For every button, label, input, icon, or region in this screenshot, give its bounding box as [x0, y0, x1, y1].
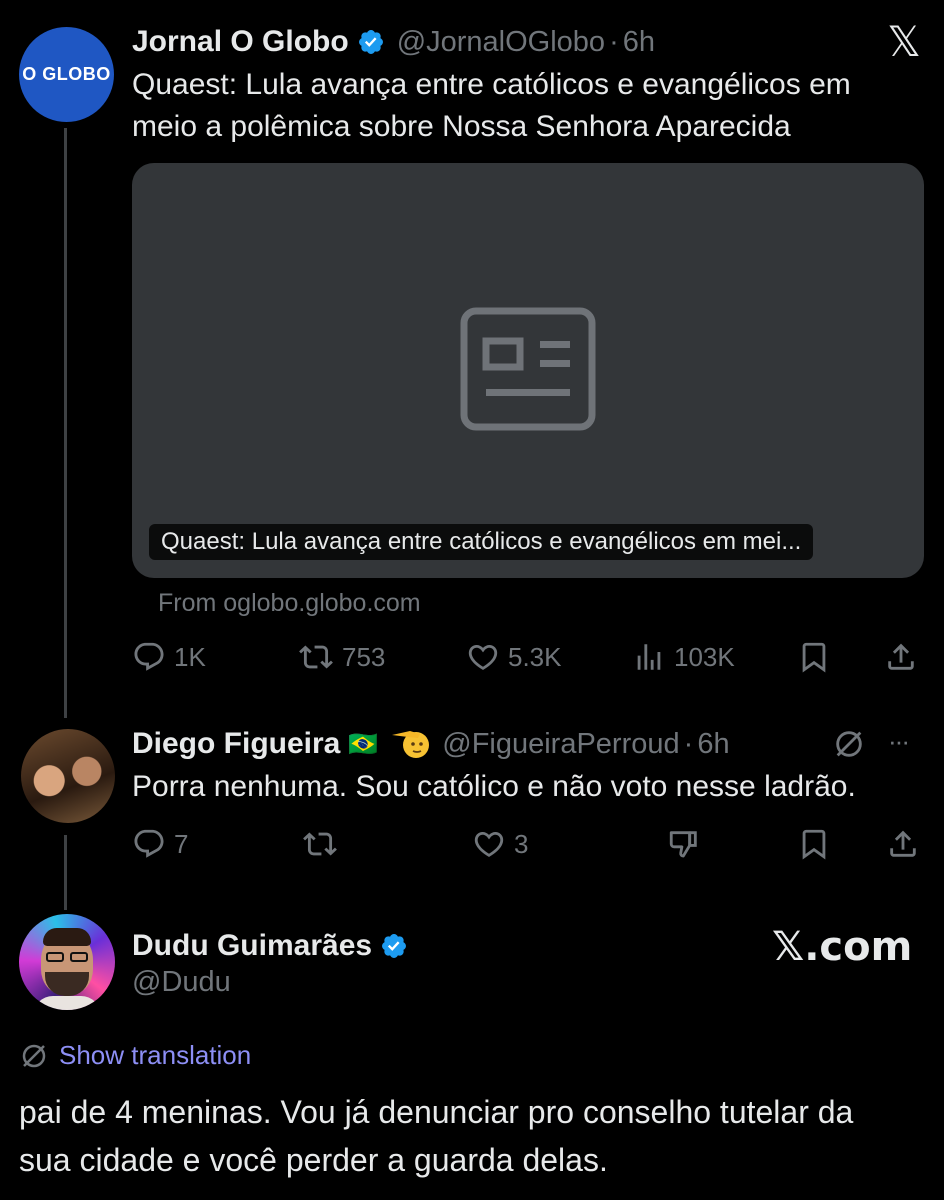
share-icon — [890, 830, 916, 857]
timestamp[interactable]: 6h — [697, 728, 729, 761]
retweet-icon — [299, 645, 333, 669]
display-name[interactable]: Dudu Guimarães — [132, 929, 372, 963]
x-com-watermark: 𝕏.com — [772, 924, 913, 970]
avatar[interactable] — [21, 729, 115, 823]
views-count: 103K — [674, 641, 735, 672]
display-name[interactable]: Jornal O Globo — [132, 25, 349, 59]
bookmark-button[interactable] — [797, 827, 839, 861]
share-button[interactable] — [884, 640, 926, 674]
like-count: 3 — [514, 828, 529, 859]
views-button[interactable]: 103K — [632, 640, 735, 674]
tweet-text: pai de 4 meninas. Vou já denunciar pro c… — [19, 1094, 854, 1178]
salute-emoji-icon — [392, 731, 430, 758]
thread-line — [64, 835, 67, 910]
timestamp[interactable]: 6h — [623, 26, 655, 59]
avatar-logo-text: O GLOBO — [22, 64, 111, 84]
views-chart-icon — [637, 644, 661, 670]
handle[interactable]: @FigueiraPerroud — [442, 728, 679, 761]
dislike-button[interactable] — [667, 827, 709, 861]
retweet-button[interactable]: 753 — [298, 640, 385, 674]
translate-icon — [836, 731, 862, 757]
tweet-text: Quaest: Lula avança entre católicos e ev… — [132, 68, 851, 143]
card-source[interactable]: From oglobo.globo.com — [158, 589, 421, 618]
like-button[interactable]: 5.3K — [466, 640, 562, 674]
avatar[interactable] — [19, 914, 115, 1010]
close-button[interactable]: 𝕏 — [882, 20, 926, 64]
tweet-header: Diego Figueira 🇧🇷 @FigueiraPerroud · 6h — [132, 724, 730, 764]
retweet-icon — [303, 832, 337, 856]
share-button[interactable] — [886, 827, 928, 861]
retweet-button[interactable] — [302, 827, 346, 861]
article-placeholder-icon — [460, 307, 596, 431]
x-logo-icon: 𝕏 — [887, 17, 921, 66]
share-icon — [888, 643, 914, 670]
translate-icon-button[interactable] — [832, 727, 866, 766]
tweet-text: Porra nenhuma. Sou católico e não voto n… — [132, 770, 856, 803]
reply-icon — [134, 642, 164, 671]
bookmark-button[interactable] — [797, 640, 839, 674]
link-card[interactable]: Quaest: Lula avança entre católicos e ev… — [132, 163, 924, 578]
show-translation-label: Show translation — [59, 1040, 252, 1070]
handle[interactable]: @JornalOGlobo — [397, 26, 605, 59]
reply-icon — [134, 829, 164, 858]
retweet-count: 753 — [342, 641, 386, 672]
like-button[interactable]: 3 — [472, 827, 528, 861]
reply-count: 7 — [174, 828, 189, 859]
display-name[interactable]: Diego Figueira — [132, 727, 340, 761]
like-count: 5.3K — [508, 641, 562, 672]
avatar[interactable]: O GLOBO — [19, 27, 114, 122]
thread-line — [64, 128, 67, 718]
separator: · — [683, 727, 694, 760]
handle[interactable]: @Dudu — [132, 966, 231, 999]
thumbs-down-icon — [669, 831, 697, 858]
heart-icon — [468, 644, 498, 670]
separator: · — [609, 25, 619, 58]
tweet-header: Dudu Guimarães — [132, 926, 408, 966]
reply-count: 1K — [174, 641, 206, 672]
verified-badge-icon — [358, 30, 383, 54]
heart-icon — [474, 831, 504, 857]
bookmark-icon — [802, 829, 826, 860]
show-translation-link[interactable]: Show translation — [19, 1040, 251, 1071]
bookmark-icon — [802, 642, 826, 673]
reply-button[interactable]: 1K — [132, 640, 206, 674]
reply-button[interactable]: 7 — [132, 827, 188, 861]
more-options-button[interactable]: ··· — [888, 726, 910, 757]
translate-icon — [22, 1044, 46, 1067]
verified-badge-icon — [382, 934, 407, 958]
tweet-header: Jornal O Globo @JornalOGlobo · 6h — [132, 22, 655, 62]
brazil-flag-emoji: 🇧🇷 — [348, 730, 379, 758]
card-caption: Quaest: Lula avança entre católicos e ev… — [149, 524, 814, 560]
